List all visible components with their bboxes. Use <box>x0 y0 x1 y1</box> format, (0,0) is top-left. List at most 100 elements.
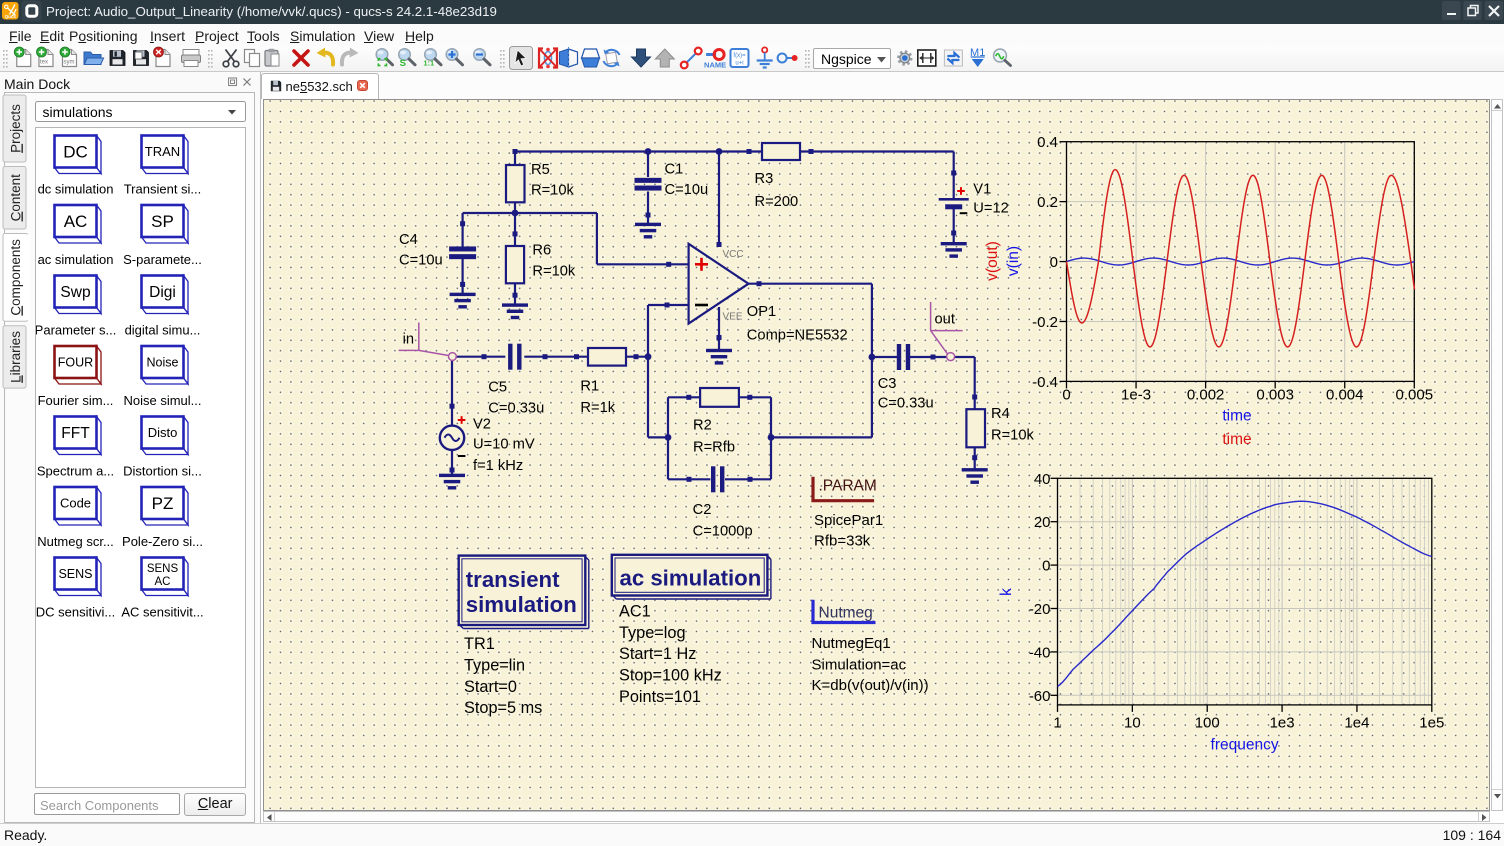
svg-text:R3: R3 <box>755 171 774 187</box>
svg-text:OP1: OP1 <box>747 304 776 320</box>
svg-text:-60: -60 <box>1029 688 1051 705</box>
svg-text:V2: V2 <box>473 417 491 433</box>
svg-text:0.002: 0.002 <box>1187 387 1225 404</box>
svg-text:FOUR: FOUR <box>58 356 93 370</box>
svg-text:ac simulation: ac simulation <box>38 252 114 267</box>
svg-text:AC1: AC1 <box>619 603 651 621</box>
svg-text:sym: sym <box>64 60 75 66</box>
svg-text:R5: R5 <box>531 162 550 178</box>
svg-text:NAME: NAME <box>704 61 726 70</box>
svg-text:Type=log: Type=log <box>619 624 686 642</box>
svg-text:out: out <box>935 312 955 328</box>
svg-text:tex: tex <box>40 60 48 66</box>
svg-text:Libraries: Libraries <box>8 331 23 383</box>
svg-text:C5: C5 <box>488 380 507 396</box>
svg-text:-40: -40 <box>1029 644 1051 661</box>
svg-text:V1: V1 <box>973 181 991 197</box>
svg-text:100: 100 <box>1195 715 1220 732</box>
svg-text:Type=lin: Type=lin <box>464 657 525 675</box>
svg-text:0.005: 0.005 <box>1396 387 1434 404</box>
svg-text:R=Rfb: R=Rfb <box>693 440 735 456</box>
svg-text:AC sensitivit...: AC sensitivit... <box>121 605 203 620</box>
svg-text:DC: DC <box>63 143 88 162</box>
svg-text:C=0.33u: C=0.33u <box>878 396 934 412</box>
svg-text:1e5: 1e5 <box>1419 715 1444 732</box>
svg-text:f=1 kHz: f=1 kHz <box>473 458 523 474</box>
svg-text:R6: R6 <box>532 243 551 259</box>
svg-text:k: k <box>998 588 1015 596</box>
svg-text:40: 40 <box>1034 471 1051 488</box>
svg-text:-0.4: -0.4 <box>1032 374 1058 391</box>
svg-text:10: 10 <box>1124 715 1141 732</box>
svg-text:1:1: 1:1 <box>423 59 434 68</box>
svg-text:S-paramete...: S-paramete... <box>123 252 202 267</box>
svg-text:Projects: Projects <box>8 104 23 153</box>
svg-text:R=10k: R=10k <box>991 428 1035 444</box>
svg-text:VEE: VEE <box>723 312 743 323</box>
svg-text:time: time <box>1222 407 1251 424</box>
svg-text:Disto: Disto <box>148 425 178 440</box>
svg-text:C1: C1 <box>665 162 684 178</box>
svg-text:R2: R2 <box>693 417 712 433</box>
svg-text:ac simulation: ac simulation <box>620 566 762 591</box>
svg-text:transient: transient <box>466 567 560 592</box>
svg-text:U=12: U=12 <box>973 201 1009 217</box>
svg-text:Noise simul...: Noise simul... <box>123 393 201 408</box>
svg-text:VCC: VCC <box>723 249 744 260</box>
svg-text:TRAN: TRAN <box>145 144 180 159</box>
svg-text:Transient si...: Transient si... <box>124 182 202 197</box>
svg-text:Parameter s...: Parameter s... <box>36 323 116 338</box>
svg-text:AC: AC <box>64 212 88 231</box>
svg-text:TR1: TR1 <box>464 635 495 653</box>
svg-text:Rfb=33k: Rfb=33k <box>814 532 871 549</box>
svg-text:-0.2: -0.2 <box>1032 314 1058 331</box>
svg-text:simulation: simulation <box>466 592 577 617</box>
svg-text:Start=1 Hz: Start=1 Hz <box>619 645 696 663</box>
svg-text:R=1k: R=1k <box>580 400 615 416</box>
svg-text:C3: C3 <box>878 376 897 392</box>
svg-text:R=200: R=200 <box>755 194 799 210</box>
svg-text:Noise: Noise <box>147 356 179 370</box>
svg-text:0: 0 <box>1050 254 1058 271</box>
svg-text:0: 0 <box>1062 387 1070 404</box>
svg-text:v(in): v(in) <box>1005 246 1022 276</box>
svg-text:digital simu...: digital simu... <box>125 323 201 338</box>
svg-text:Start=0: Start=0 <box>464 678 517 696</box>
svg-text:0.004: 0.004 <box>1326 387 1364 404</box>
svg-text:in: in <box>403 332 414 348</box>
svg-text:C=10u: C=10u <box>665 182 709 198</box>
svg-text:AC: AC <box>155 576 171 588</box>
svg-text:SENS: SENS <box>58 567 92 581</box>
svg-text:u+i: u+i <box>735 61 743 67</box>
svg-text:1e4: 1e4 <box>1344 715 1369 732</box>
svg-text:v(out): v(out) <box>984 241 1001 281</box>
svg-text:1: 1 <box>1053 715 1061 732</box>
svg-text:f(x)=: f(x)= <box>733 53 746 59</box>
svg-text:C=1000p: C=1000p <box>693 524 753 540</box>
svg-text:1e-3: 1e-3 <box>1121 387 1151 404</box>
svg-text:Components: Components <box>8 239 23 316</box>
svg-text:Stop=5 ms: Stop=5 ms <box>464 699 542 717</box>
svg-text:Digi: Digi <box>149 284 176 301</box>
svg-text:Content: Content <box>8 174 23 222</box>
svg-text:1e3: 1e3 <box>1270 715 1295 732</box>
svg-text:Fourier sim...: Fourier sim... <box>38 393 114 408</box>
svg-text:.PARAM: .PARAM <box>819 478 877 495</box>
svg-text:R4: R4 <box>991 406 1010 422</box>
svg-text:0.003: 0.003 <box>1256 387 1294 404</box>
svg-text:NutmegEq1: NutmegEq1 <box>812 635 891 652</box>
svg-text:SpicePar1: SpicePar1 <box>814 512 883 529</box>
svg-text:Comp=NE5532: Comp=NE5532 <box>747 327 848 343</box>
svg-text:Nutmeg: Nutmeg <box>819 604 873 621</box>
svg-text:FFT: FFT <box>61 425 90 442</box>
svg-text:Spectrum a...: Spectrum a... <box>37 464 114 479</box>
svg-text:0.4: 0.4 <box>1037 134 1058 151</box>
svg-text:Nutmeg scr...: Nutmeg scr... <box>37 534 114 549</box>
svg-text:0.2: 0.2 <box>1037 194 1058 211</box>
svg-text:C=10u: C=10u <box>399 253 443 269</box>
svg-text:0: 0 <box>1042 558 1050 575</box>
svg-text:20: 20 <box>1034 514 1051 531</box>
svg-text:R1: R1 <box>580 379 599 395</box>
svg-text:dc simulation: dc simulation <box>38 182 114 197</box>
svg-text:R=10k: R=10k <box>531 183 575 199</box>
